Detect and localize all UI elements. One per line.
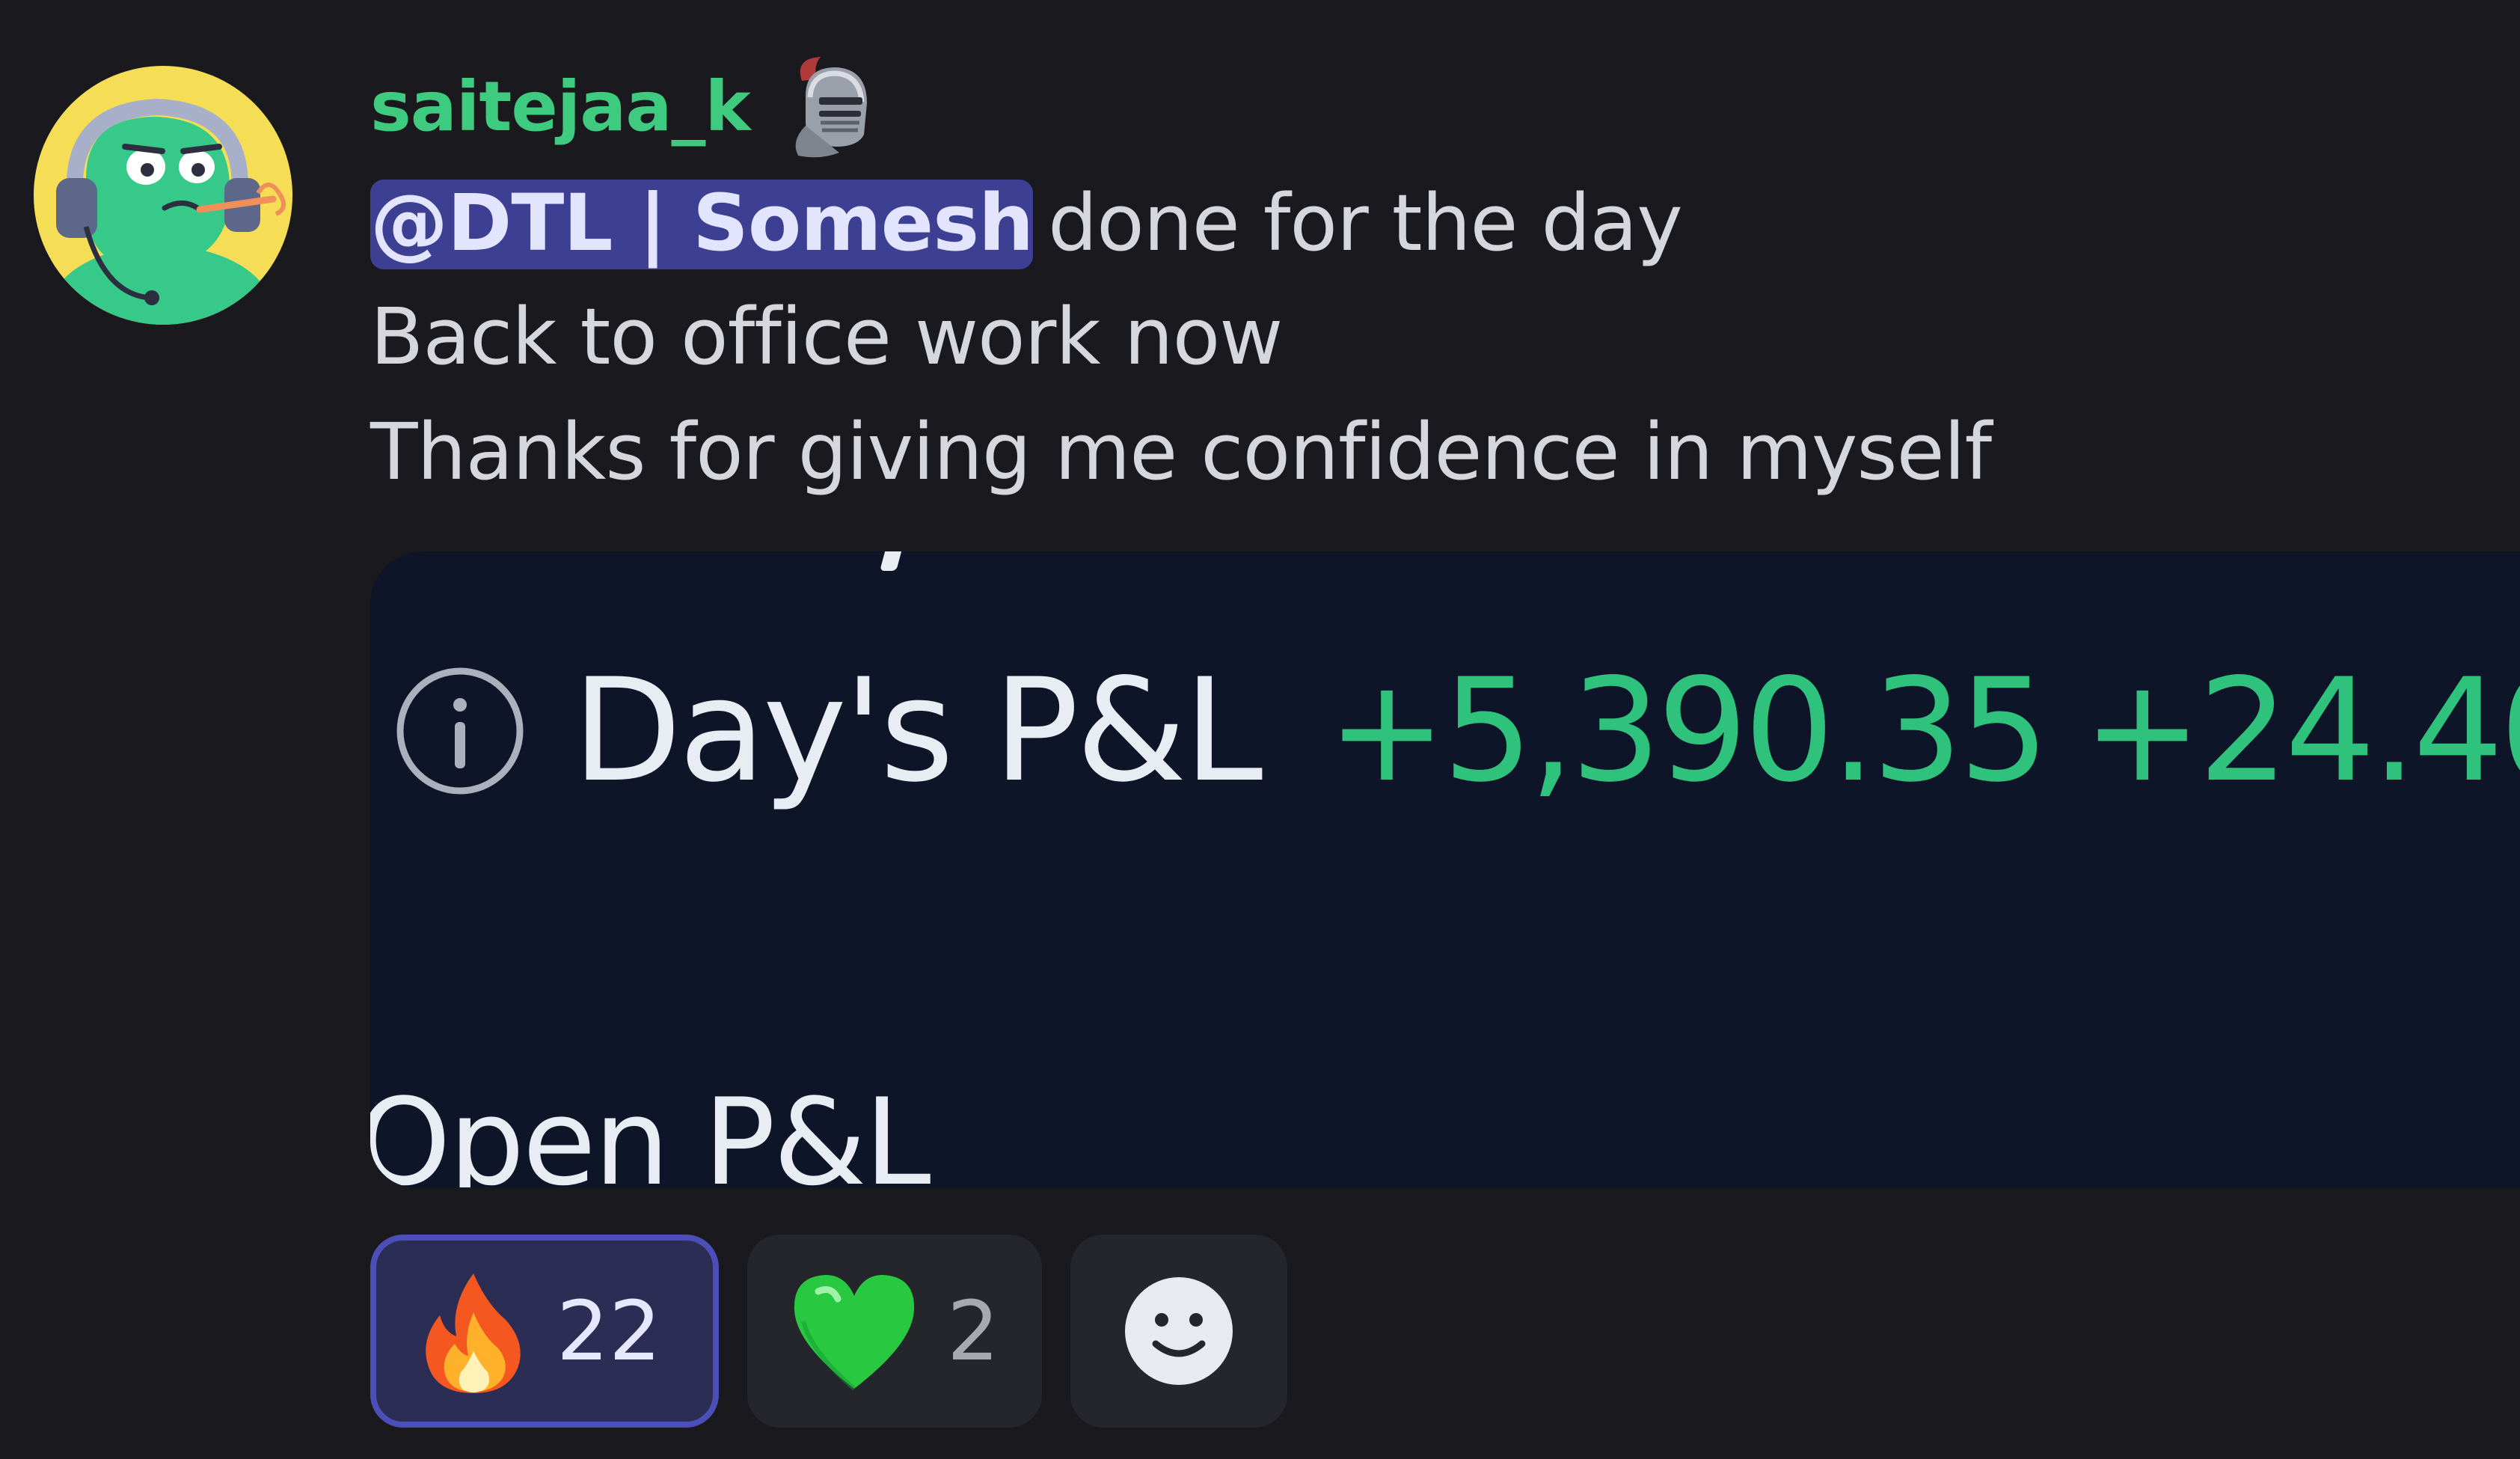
reaction-count: 22 — [557, 1283, 661, 1379]
message-text-1: done for the day — [1048, 177, 1683, 269]
cropped-glyph — [880, 551, 910, 571]
reaction-fire[interactable]: 22 — [370, 1235, 719, 1428]
reactions-bar: 22 2 — [370, 1235, 1287, 1428]
days-pnl-value: +5,390.35 — [1327, 648, 2049, 813]
add-reaction-icon — [1125, 1277, 1233, 1385]
avatar[interactable] — [34, 66, 292, 325]
days-pnl-label: Day's P&L — [572, 648, 1263, 813]
info-icon — [396, 667, 524, 795]
fire-icon — [426, 1273, 521, 1393]
green-heart-icon — [794, 1275, 915, 1391]
pnl-row: Day's P&L +5,390.35 +24.40% — [393, 649, 2520, 813]
user-mention[interactable]: @DTL | Somesh — [370, 180, 1034, 269]
add-reaction-button[interactable] — [1070, 1235, 1287, 1428]
reaction-green-heart[interactable]: 2 — [747, 1235, 1042, 1428]
chat-message: saitejaa_k @DTL | Somesh done for the day… — [0, 0, 2520, 1459]
username[interactable]: saitejaa_k — [370, 73, 751, 141]
knight-helmet-icon — [795, 57, 867, 158]
days-pnl-percent: +24.40% — [2082, 648, 2520, 813]
message-line-1: @DTL | Somesh done for the day — [370, 177, 1683, 269]
message-line-2: Back to office work now — [370, 291, 1283, 382]
reaction-count: 2 — [947, 1283, 999, 1379]
message-line-3: Thanks for giving me confidence in mysel… — [370, 406, 1992, 498]
image-attachment[interactable]: Day's P&L +5,390.35 +24.40% Open P&L — [370, 551, 2520, 1187]
open-pnl-label: Open P&L — [370, 1072, 931, 1188]
message-header: saitejaa_k — [370, 57, 888, 158]
